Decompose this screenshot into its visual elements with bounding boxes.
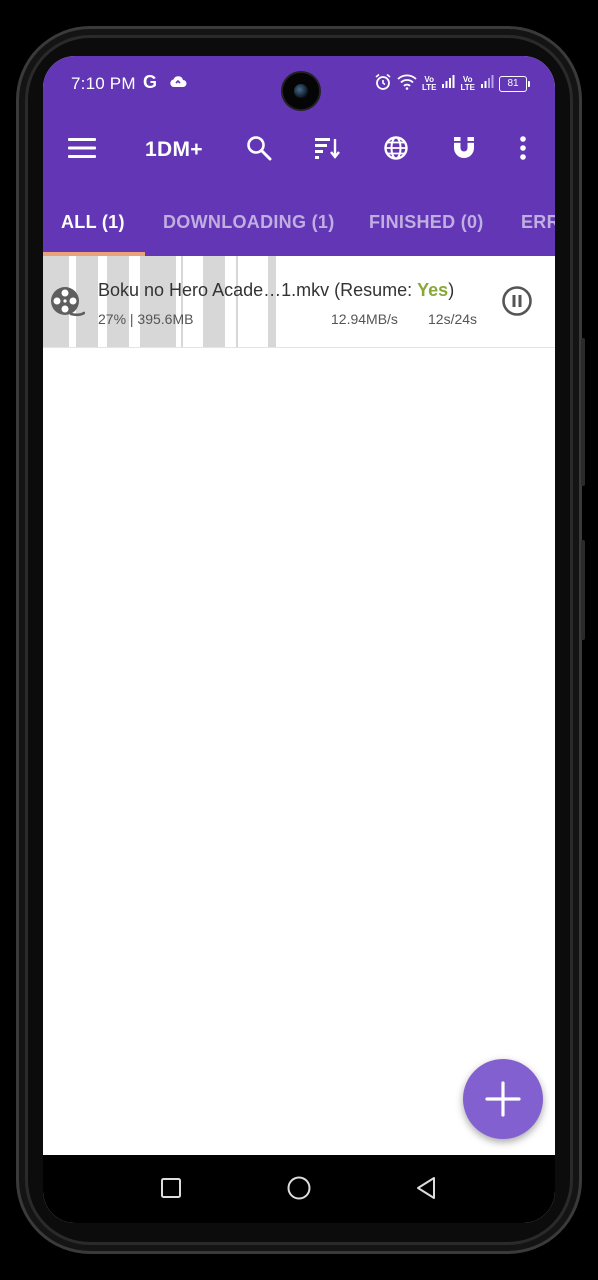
- sort-icon[interactable]: [314, 134, 342, 162]
- tab-bar: ALL (1) DOWNLOADING (1) FINISHED (0) ERR: [43, 196, 555, 256]
- status-bar: 7:10 PM G Vo LTE Vo LTE 81: [43, 56, 555, 112]
- tab-all[interactable]: ALL (1): [61, 212, 125, 233]
- download-progress-size: 27% | 395.6MB: [98, 311, 194, 327]
- pause-icon: [502, 286, 532, 316]
- volume-button: [581, 338, 585, 486]
- add-download-button[interactable]: [463, 1059, 543, 1139]
- navigation-bar: [43, 1155, 555, 1223]
- tab-finished[interactable]: FINISHED (0): [369, 212, 484, 233]
- app-title: 1DM+: [145, 138, 203, 161]
- wifi-icon: [397, 74, 417, 95]
- magnet-icon[interactable]: [450, 134, 478, 162]
- signal-icon-1: [441, 74, 455, 94]
- status-time: 7:10 PM: [71, 74, 136, 93]
- pause-button[interactable]: [501, 285, 533, 317]
- back-button[interactable]: [413, 1175, 439, 1201]
- app-bar: 7:10 PM G Vo LTE Vo LTE 81 1DM+ ALL (1) …: [43, 56, 555, 256]
- signal-icon-2: [480, 74, 494, 94]
- download-time: 12s/24s: [428, 311, 478, 327]
- tab-downloading[interactable]: DOWNLOADING (1): [163, 212, 334, 233]
- front-camera: [281, 71, 321, 111]
- globe-icon[interactable]: [382, 134, 410, 162]
- tab-error[interactable]: ERR: [521, 212, 555, 233]
- menu-icon[interactable]: [68, 134, 96, 162]
- download-file-name: Boku no Hero Acade…1.mkv (Resume: Yes): [98, 280, 455, 300]
- plus-icon: [485, 1081, 521, 1117]
- download-speed: 12.94MB/s: [331, 311, 398, 327]
- volte-label-1: Vo LTE: [421, 75, 437, 92]
- home-button[interactable]: [286, 1175, 312, 1201]
- google-icon: G: [143, 72, 158, 92]
- alarm-icon: [374, 73, 392, 96]
- recent-apps-button[interactable]: [158, 1175, 184, 1201]
- download-item[interactable]: Boku no Hero Acade…1.mkv (Resume: Yes) 2…: [43, 256, 555, 348]
- screen: 7:10 PM G Vo LTE Vo LTE 81 1DM+ ALL (1) …: [43, 56, 555, 1223]
- volte-label-2: Vo LTE: [460, 75, 475, 92]
- search-icon[interactable]: [245, 134, 273, 162]
- video-reel-icon: [49, 284, 86, 320]
- toolbar: 1DM+: [43, 122, 555, 174]
- more-options-icon[interactable]: [509, 134, 537, 162]
- power-button: [581, 540, 585, 640]
- resume-status: Yes: [417, 280, 449, 300]
- cloud-icon: [169, 74, 187, 93]
- battery-icon: 81: [499, 76, 530, 92]
- status-icons: Vo LTE Vo LTE 81: [374, 73, 530, 96]
